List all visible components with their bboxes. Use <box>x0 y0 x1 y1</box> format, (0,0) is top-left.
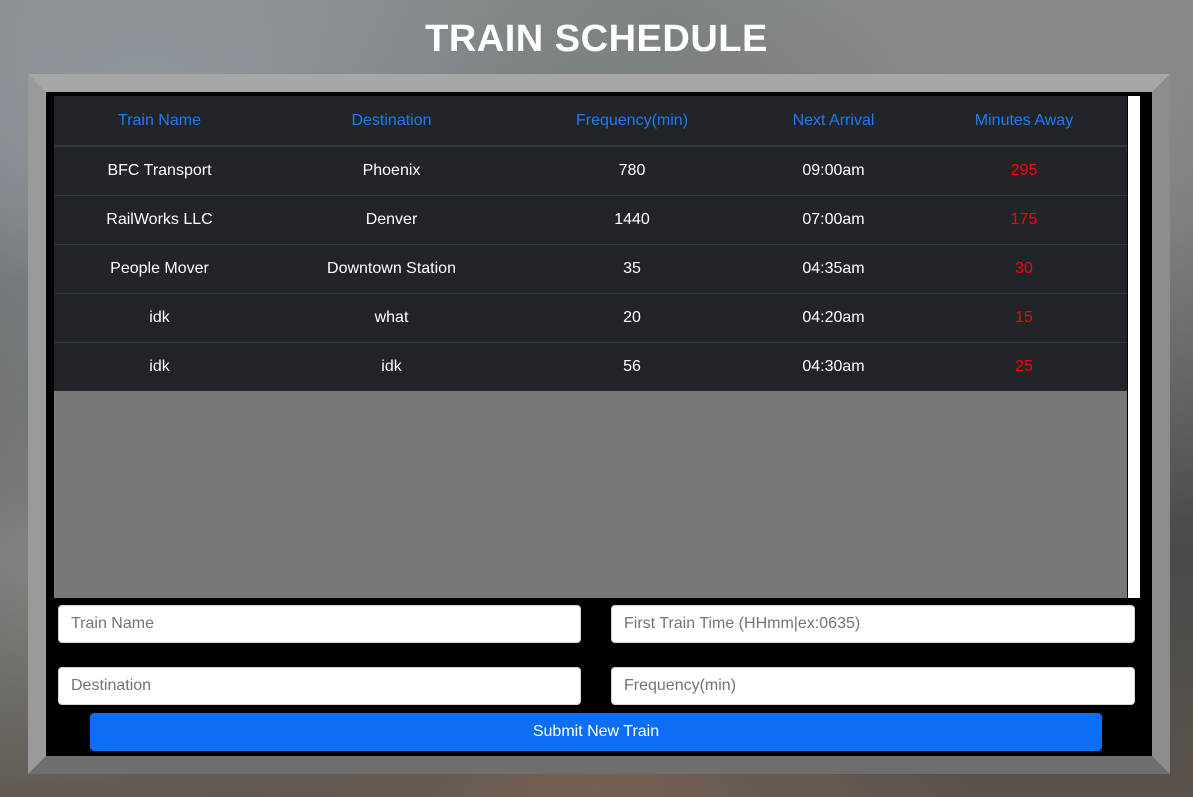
cell-train-name: RailWorks LLC <box>54 195 265 245</box>
frequency-input[interactable] <box>611 667 1135 705</box>
cell-minutes-away: 25 <box>921 342 1127 391</box>
table-row: RailWorks LLC Denver 1440 07:00am 175 <box>54 195 1127 245</box>
header-train-name: Train Name <box>54 96 265 147</box>
cell-train-name: idk <box>54 342 265 391</box>
first-train-time-input[interactable] <box>611 605 1135 643</box>
cell-minutes-away: 15 <box>921 293 1127 343</box>
cell-train-name: People Mover <box>54 244 265 294</box>
cell-next-arrival: 07:00am <box>746 195 921 245</box>
table-row: People Mover Downtown Station 35 04:35am… <box>54 244 1127 294</box>
cell-destination: Downtown Station <box>265 244 518 294</box>
cell-train-name: idk <box>54 293 265 343</box>
table-header-row: Train Name Destination Frequency(min) Ne… <box>54 96 1127 147</box>
cell-next-arrival: 04:30am <box>746 342 921 391</box>
page-title: TRAIN SCHEDULE <box>425 18 768 60</box>
cell-destination: what <box>265 293 518 343</box>
cell-train-name: BFC Transport <box>54 145 265 196</box>
table-row: BFC Transport Phoenix 780 09:00am 295 <box>54 145 1127 196</box>
table-row: idk what 20 04:20am 15 <box>54 293 1127 343</box>
schedule-panel: Train Name Destination Frequency(min) Ne… <box>28 74 1170 774</box>
header-minutes-away: Minutes Away <box>921 96 1127 147</box>
table-scrollbar[interactable] <box>1128 96 1140 598</box>
cell-destination: idk <box>265 342 518 391</box>
cell-frequency: 56 <box>518 342 746 391</box>
cell-next-arrival: 04:20am <box>746 293 921 343</box>
cell-minutes-away: 175 <box>921 195 1127 245</box>
header-next-arrival: Next Arrival <box>746 96 921 147</box>
cell-frequency: 35 <box>518 244 746 294</box>
schedule-table-container: Train Name Destination Frequency(min) Ne… <box>54 96 1127 598</box>
header-destination: Destination <box>265 96 518 147</box>
cell-destination: Phoenix <box>265 145 518 196</box>
cell-next-arrival: 04:35am <box>746 244 921 294</box>
cell-minutes-away: 295 <box>921 145 1127 196</box>
destination-input[interactable] <box>58 667 581 705</box>
train-name-input[interactable] <box>58 605 581 643</box>
schedule-table: Train Name Destination Frequency(min) Ne… <box>54 96 1127 391</box>
submit-new-train-button[interactable]: Submit New Train <box>90 713 1102 751</box>
cell-frequency: 1440 <box>518 195 746 245</box>
cell-frequency: 780 <box>518 145 746 196</box>
table-row: idk idk 56 04:30am 25 <box>54 342 1127 391</box>
cell-destination: Denver <box>265 195 518 245</box>
cell-frequency: 20 <box>518 293 746 343</box>
cell-next-arrival: 09:00am <box>746 145 921 196</box>
header-frequency: Frequency(min) <box>518 96 746 147</box>
cell-minutes-away: 30 <box>921 244 1127 294</box>
